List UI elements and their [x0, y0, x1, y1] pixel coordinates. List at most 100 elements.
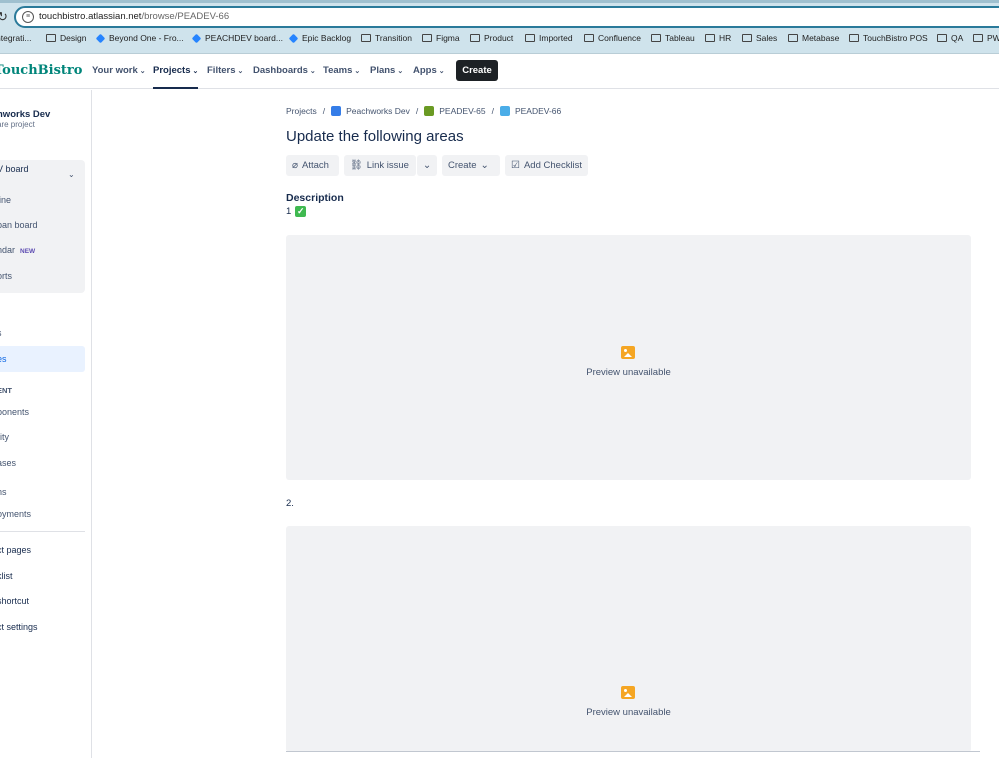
touchbistro-logo[interactable]: TouchBistro	[0, 63, 82, 78]
bookmark-peachdev-board[interactable]: PEACHDEV board...	[191, 33, 283, 43]
project-type: are project	[0, 120, 35, 129]
bookmark-hr[interactable]: HR	[705, 33, 731, 43]
sidebar-item-add-shortcut[interactable]: shortcut	[0, 596, 29, 606]
nav-apps[interactable]: Apps ⌄	[413, 65, 445, 76]
sidebar-item-kanban-board[interactable]: pan board	[0, 220, 38, 230]
breadcrumb-separator: /	[322, 106, 326, 116]
project-sidebar: nworks Dev are project V board ⌄ line pa…	[0, 90, 92, 758]
breadcrumb-label: PEADEV-66	[514, 106, 562, 116]
bookmark-label: HR	[719, 33, 732, 43]
sidebar-item-security[interactable]: rity	[0, 432, 9, 442]
sidebar-item-releases[interactable]: ases	[0, 458, 16, 468]
create-subtask-button[interactable]: Create ⌄	[442, 155, 500, 176]
subtask-icon	[499, 106, 510, 116]
description-line[interactable]: 1 ✓	[286, 206, 307, 217]
add-checklist-label: Add Checklist	[523, 160, 583, 171]
address-bar[interactable]: ≡ touchbistro.atlassian.net/browse/PEADE…	[14, 6, 999, 28]
create-button[interactable]: Create	[456, 60, 498, 81]
chevron-down-icon: ⌄	[139, 68, 146, 75]
checkbox-icon: ☑	[511, 160, 520, 171]
bookmark-label: QA	[951, 33, 964, 43]
issue-title[interactable]: Update the following areas	[286, 128, 464, 145]
bookmark-imported[interactable]: Imported	[525, 33, 573, 43]
breadcrumb-projects[interactable]: Projects	[286, 106, 317, 116]
link-icon: ⛓	[350, 160, 363, 171]
description-line[interactable]: 2.	[286, 498, 294, 509]
nav-projects[interactable]: Projects ⌄	[153, 65, 199, 89]
chevron-down-icon: ⌄	[397, 68, 404, 75]
preview-unavailable-text: Preview unavailable	[586, 367, 671, 378]
jira-icon	[95, 33, 106, 43]
bookmark-confluence[interactable]: Confluence	[584, 33, 641, 43]
story-icon	[424, 106, 435, 116]
folder-icon	[788, 34, 798, 42]
bookmark-label: Epic Backlog	[302, 33, 352, 43]
reload-icon[interactable]: ↻	[0, 9, 8, 25]
site-settings-icon[interactable]: ≡	[22, 11, 34, 23]
sidebar-item-deployments[interactable]: oyments	[0, 509, 31, 519]
chevron-down-icon: ⌄	[354, 68, 361, 75]
bookmark-metabase[interactable]: Metabase	[788, 33, 839, 43]
bookmark-label: Design	[60, 33, 87, 43]
folder-icon	[525, 34, 535, 42]
chevron-down-icon[interactable]: ⌄	[68, 170, 75, 179]
bookmark-pw[interactable]: PW	[973, 33, 999, 43]
bookmark-product[interactable]: Product	[470, 33, 513, 43]
sidebar-divider	[0, 531, 85, 532]
chevron-down-icon: ⌄	[480, 160, 489, 171]
sidebar-item-project-pages[interactable]: ct pages	[0, 545, 31, 555]
bookmark-transition[interactable]: Transition	[361, 33, 412, 43]
attachment-preview[interactable]: Preview unavailable	[286, 526, 971, 752]
jira-icon	[191, 33, 202, 43]
link-issue-dropdown[interactable]: ⌄	[417, 155, 437, 176]
bookmark-label: Imported	[539, 33, 573, 43]
folder-icon	[742, 34, 752, 42]
url-path: /browse/PEADEV-66	[141, 11, 230, 22]
bookmark-design[interactable]: Design	[46, 33, 86, 43]
sidebar-item-issues[interactable]: es	[0, 354, 7, 364]
url-text[interactable]: touchbistro.atlassian.net/browse/PEADEV-…	[39, 11, 229, 22]
add-checklist-button[interactable]: ☑ Add Checklist	[505, 155, 588, 176]
bookmark-touchbistro-pos[interactable]: TouchBistro POS	[849, 33, 928, 43]
chevron-down-icon: ⌄	[192, 68, 199, 75]
sidebar-item-calendar[interactable]: ndar NEW	[0, 245, 35, 255]
sidebar-board-selector[interactable]: V board	[0, 164, 29, 174]
attach-button[interactable]: ⌀ Attach	[286, 155, 339, 176]
bookmark-label: PW	[987, 33, 999, 43]
nav-dashboards[interactable]: Dashboards ⌄	[253, 65, 316, 76]
breadcrumb-separator: /	[415, 106, 419, 116]
sidebar-item-components[interactable]: ponents	[0, 407, 29, 417]
nav-filters[interactable]: Filters ⌄	[207, 65, 243, 76]
breadcrumb-parent-issue[interactable]: PEADEV-65	[424, 106, 486, 116]
bookmark-qa[interactable]: QA	[937, 33, 963, 43]
bookmark-label: Metabase	[802, 33, 840, 43]
browser-chrome: ↻ ≡ touchbistro.atlassian.net/browse/PEA…	[0, 0, 999, 54]
breadcrumb-current-issue[interactable]: PEADEV-66	[499, 106, 562, 116]
sidebar-item-a1[interactable]: s	[0, 328, 2, 338]
sidebar-item-timeline[interactable]: line	[0, 195, 11, 205]
project-name[interactable]: nworks Dev	[0, 109, 50, 120]
sidebar-item-c1[interactable]: ns	[0, 487, 7, 497]
bookmark-epic-backlog[interactable]: Epic Backlog	[288, 33, 352, 43]
bookmark-sales[interactable]: Sales	[742, 33, 777, 43]
attachment-preview[interactable]: Preview unavailable	[286, 235, 971, 480]
chevron-down-icon: ⌄	[438, 68, 445, 75]
breadcrumb-label: Peachworks Dev	[346, 106, 410, 116]
bookmark-integrations[interactable]: ntegrati...	[0, 33, 31, 43]
nav-plans[interactable]: Plans ⌄	[370, 65, 403, 76]
description-label: Description	[286, 192, 344, 204]
sidebar-item-reports[interactable]: orts	[0, 271, 12, 281]
nav-teams[interactable]: Teams ⌄	[323, 65, 360, 76]
bookmark-beyond-one[interactable]: Beyond One - Fro...	[95, 33, 184, 43]
bookmark-label: Confluence	[598, 33, 642, 43]
bookmark-tableau[interactable]: Tableau	[651, 33, 695, 43]
nav-your-work[interactable]: Your work ⌄	[92, 65, 146, 76]
sidebar-item-checklist[interactable]: klist	[0, 571, 13, 581]
sidebar-item-project-settings[interactable]: ct settings	[0, 622, 38, 632]
nav-label: Teams	[323, 65, 353, 76]
breadcrumb-project[interactable]: Peachworks Dev	[331, 106, 410, 116]
sidebar-item-label: ndar	[0, 245, 16, 255]
bookmark-figma[interactable]: Figma	[422, 33, 460, 43]
link-issue-button[interactable]: ⛓ Link issue	[344, 155, 416, 176]
project-icon	[331, 106, 342, 116]
